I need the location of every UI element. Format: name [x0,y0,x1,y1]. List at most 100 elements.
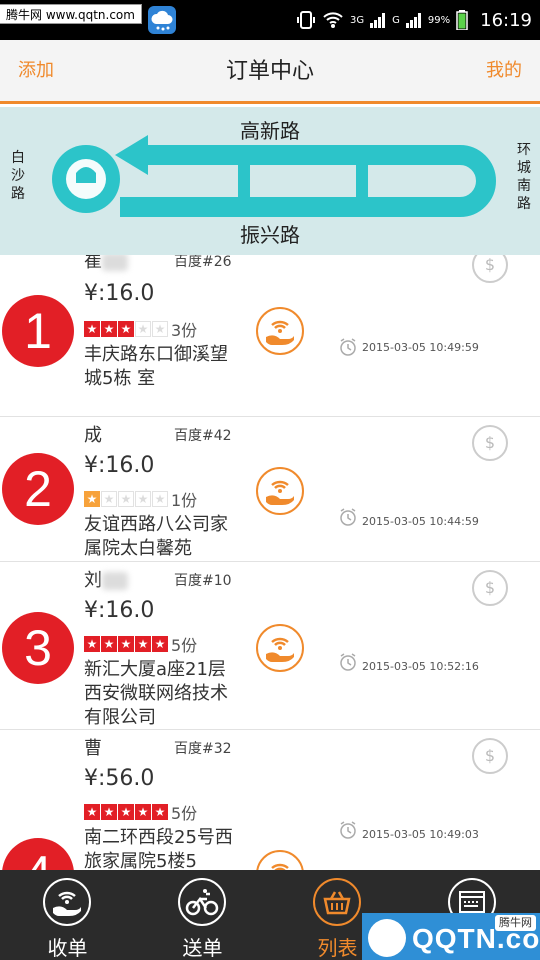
order-quantity: 5份 [171,636,198,655]
star-icon: ★ [118,491,134,507]
order-price: ¥:16.0 [84,281,155,306]
star-icon: ★ [152,804,168,820]
nav-item-receive[interactable]: 收单 [0,870,135,960]
nav-item-deliver[interactable]: 送单 [135,870,270,960]
qqtn-watermark: QQTN.com 腾牛网 [362,913,540,960]
star-icon: ★ [101,804,117,820]
money-bag-icon[interactable]: $ [472,425,508,461]
phone-vibrate-icon [297,11,316,29]
alarm-clock-icon [340,821,356,839]
customer-name: 曹 [84,738,102,759]
order-source: 百度#32 [174,741,232,757]
order-price: ¥:56.0 [84,766,155,791]
order-number-badge: 1 [2,295,74,367]
money-bag-icon[interactable]: $ [472,738,508,774]
order-number-badge: 2 [2,453,74,525]
nav-label: 收单 [47,936,88,960]
order-time: 2015-03-05 10:52:16 [362,660,479,673]
money-bag-icon[interactable]: $ [472,255,508,283]
street-top-label: 高新路 [240,119,300,143]
delivery-address: 丰庆路东口御溪望城5栋 室 [84,344,228,389]
order-time: 2015-03-05 10:49:03 [362,828,479,841]
nav-label: 送单 [182,936,223,960]
order-number-badge: 4 [2,838,74,870]
alarm-clock-icon [340,508,356,526]
star-icon: ★ [84,491,100,507]
star-icon: ★ [84,804,100,820]
delivery-address: 新汇大厦a座21层西安微联网络技术有限公司 [84,659,228,728]
order-list[interactable]: 崔 百度#26 1 ¥:16.0 ★ ★ ★ ★ ★ 3份 丰庆路东口御溪望城5… [0,255,540,870]
order-source: 百度#26 [174,255,232,270]
rating-stars: ★ ★ ★ ★ ★ 5份 [84,800,197,824]
star-icon: ★ [118,636,134,652]
street-left-label: 白沙路 [11,150,25,202]
status-time: 16:19 [480,9,532,31]
delivery-address: 友谊西路八公司家属院太白馨苑 [84,514,228,559]
rating-stars: ★ ★ ★ ★ ★ 3份 [84,317,197,341]
qqtn-logo-icon [368,919,406,957]
order-source: 百度#42 [174,428,232,444]
order-source: 百度#10 [174,573,232,589]
signal-icon [370,13,386,28]
star-icon: ★ [84,636,100,652]
star-icon: ★ [135,804,151,820]
order-row[interactable]: 曹 百度#32 4 ¥:56.0 ★ ★ ★ ★ ★ 5份 南二环西段25号西旅… [0,730,540,870]
alarm-clock-icon [340,338,356,356]
hand-wifi-icon [43,878,91,926]
battery-icon [456,10,468,30]
weather-cloud-icon [148,6,176,34]
star-icon: ★ [152,636,168,652]
rating-stars: ★ ★ ★ ★ ★ 5份 [84,632,197,656]
money-bag-icon[interactable]: $ [472,570,508,606]
order-time: 2015-03-05 10:49:59 [362,341,479,354]
order-price: ¥:16.0 [84,453,155,478]
customer-name: 刘 [84,566,128,592]
accept-order-button[interactable] [256,850,304,870]
network-g-label: G [392,14,400,26]
status-bar: 腾牛网 www.qqtn.com 3G G 99% 16:19 [0,0,540,40]
bicycle-icon [178,878,226,926]
signal-icon-2 [405,13,421,28]
route-map-banner: 高新路 振兴路 白沙路 环城南路 [0,107,540,255]
star-icon: ★ [101,321,117,337]
order-quantity: 5份 [171,804,198,823]
order-row[interactable]: 刘 百度#10 3 ¥:16.0 ★ ★ ★ ★ ★ 5份 新汇大厦a座21层西… [0,562,540,730]
delivery-address: 南二环西段25号西旅家属院5楼5 [84,827,233,870]
star-icon: ★ [135,321,151,337]
star-icon: ★ [135,491,151,507]
my-account-button[interactable]: 我的 [486,40,522,102]
page-title: 订单中心 [225,59,314,84]
alarm-clock-icon [340,653,356,671]
order-row[interactable]: 崔 百度#26 1 ¥:16.0 ★ ★ ★ ★ ★ 3份 丰庆路东口御溪望城5… [0,255,540,417]
basket-icon [313,878,361,926]
accept-order-button[interactable] [256,307,304,355]
street-bottom-label: 振兴路 [240,223,300,247]
order-quantity: 3份 [171,321,198,340]
star-icon: ★ [84,321,100,337]
order-time: 2015-03-05 10:44:59 [362,515,479,528]
star-icon: ★ [118,804,134,820]
order-number-badge: 3 [2,612,74,684]
order-price: ¥:16.0 [84,598,155,623]
street-right-label: 环城南路 [517,142,531,212]
wifi-icon [323,12,343,28]
accept-order-button[interactable] [256,467,304,515]
customer-name: 崔 [84,255,128,273]
star-icon: ★ [118,321,134,337]
star-icon: ★ [152,321,168,337]
status-indicators: 3G G 99% 16:19 [296,0,532,40]
customer-name: 成 [84,425,102,446]
watermark-tag: 腾牛网 www.qqtn.com [0,4,142,24]
app-header: 添加 订单中心 我的 [0,40,540,104]
accept-order-button[interactable] [256,624,304,672]
star-icon: ★ [152,491,168,507]
order-quantity: 1份 [171,491,198,510]
order-row[interactable]: 成 百度#42 2 ¥:16.0 ★ ★ ★ ★ ★ 1份 友谊西路八公司家属院… [0,417,540,562]
network-3g-label: 3G [350,14,365,26]
star-icon: ★ [101,491,117,507]
star-icon: ★ [135,636,151,652]
star-icon: ★ [101,636,117,652]
rating-stars: ★ ★ ★ ★ ★ 1份 [84,487,197,511]
watermark-mini-text: 腾牛网 [495,915,536,931]
battery-percent: 99% [427,14,451,26]
